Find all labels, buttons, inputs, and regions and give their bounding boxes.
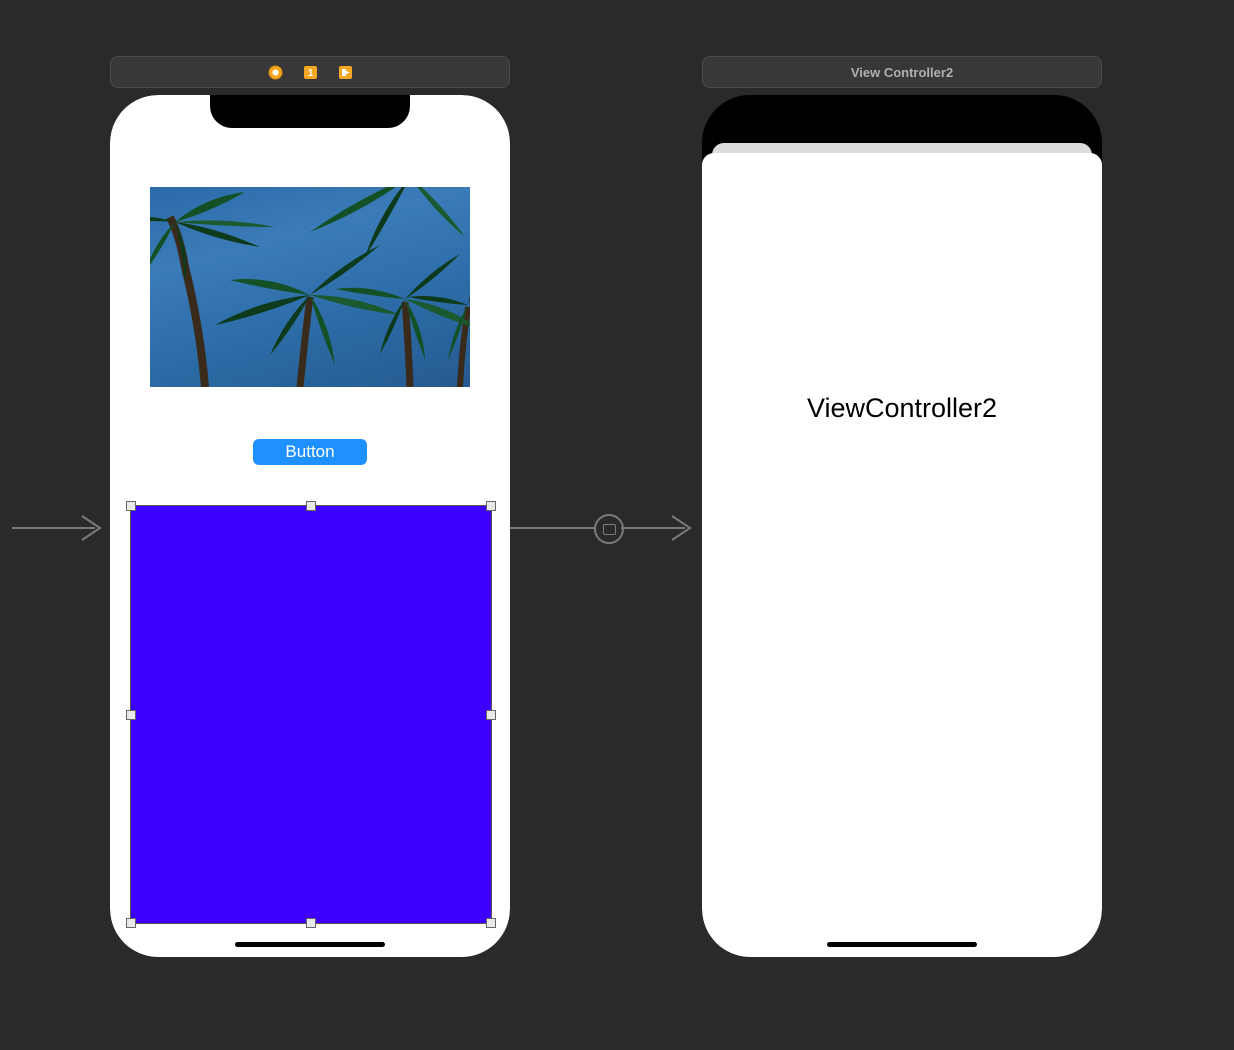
first-responder-icon[interactable]: 1 [303,65,318,80]
exit-icon[interactable] [338,65,353,80]
scene-bar-vc1[interactable]: 1 [110,56,510,88]
resize-handle-middle-right[interactable] [486,710,496,720]
segue-present-modal-icon[interactable] [594,514,624,544]
resize-handle-top-right[interactable] [486,501,496,511]
action-button[interactable]: Button [253,439,366,465]
svg-text:1: 1 [307,68,313,79]
image-view-palms[interactable] [150,187,470,387]
selected-uiview[interactable] [130,505,492,924]
segue-modal-glyph [603,524,616,535]
home-indicator [827,942,977,947]
resize-handle-top-middle[interactable] [306,501,316,511]
device-screen-vc1[interactable]: Button [110,95,510,957]
modal-sheet-vc2[interactable]: ViewController2 [702,153,1102,957]
scene-dock-icons: 1 [268,65,353,80]
vc2-title-label: ViewController2 [702,393,1102,424]
entry-point-arrow [0,510,115,546]
device-frame-vc2: ViewController2 [702,95,1102,957]
device-notch [210,95,410,128]
view-controller-icon[interactable] [268,65,283,80]
device-frame-vc1: Button [110,95,510,957]
home-indicator [235,942,385,947]
resize-handle-top-left[interactable] [126,501,136,511]
resize-handle-bottom-left[interactable] [126,918,136,928]
scene-title-vc2: View Controller2 [851,65,953,80]
resize-handle-bottom-right[interactable] [486,918,496,928]
resize-handle-middle-left[interactable] [126,710,136,720]
resize-handle-bottom-middle[interactable] [306,918,316,928]
scene-bar-vc2[interactable]: View Controller2 [702,56,1102,88]
button-container: Button [110,439,510,465]
